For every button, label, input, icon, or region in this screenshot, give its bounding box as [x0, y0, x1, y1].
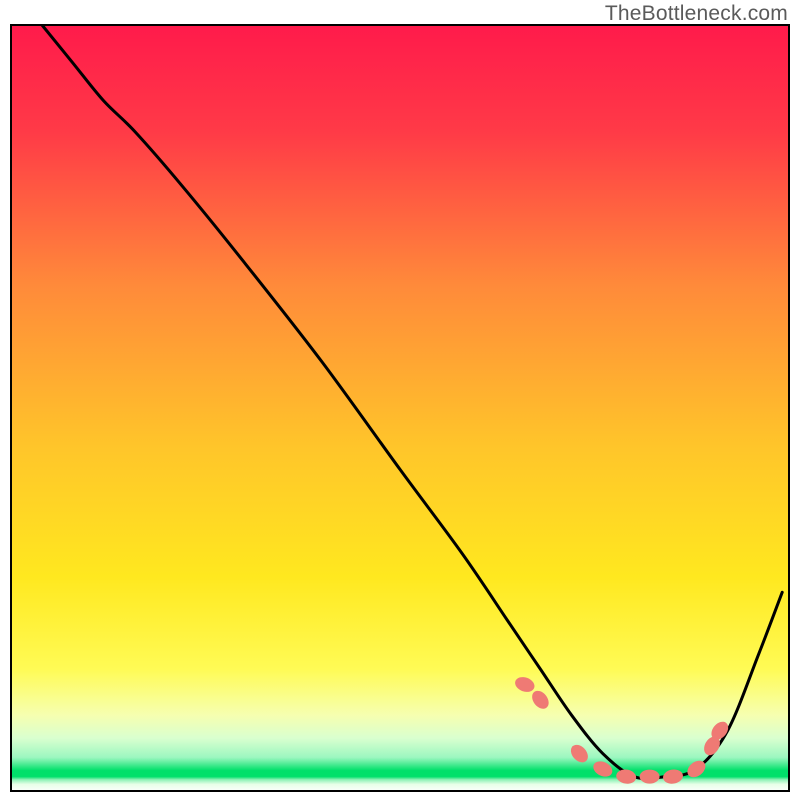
chart-container	[10, 24, 790, 792]
watermark-label: TheBottleneck.com	[605, 2, 788, 26]
chart-svg	[10, 24, 790, 792]
highlight-point	[640, 770, 660, 784]
plot-area	[10, 24, 790, 792]
